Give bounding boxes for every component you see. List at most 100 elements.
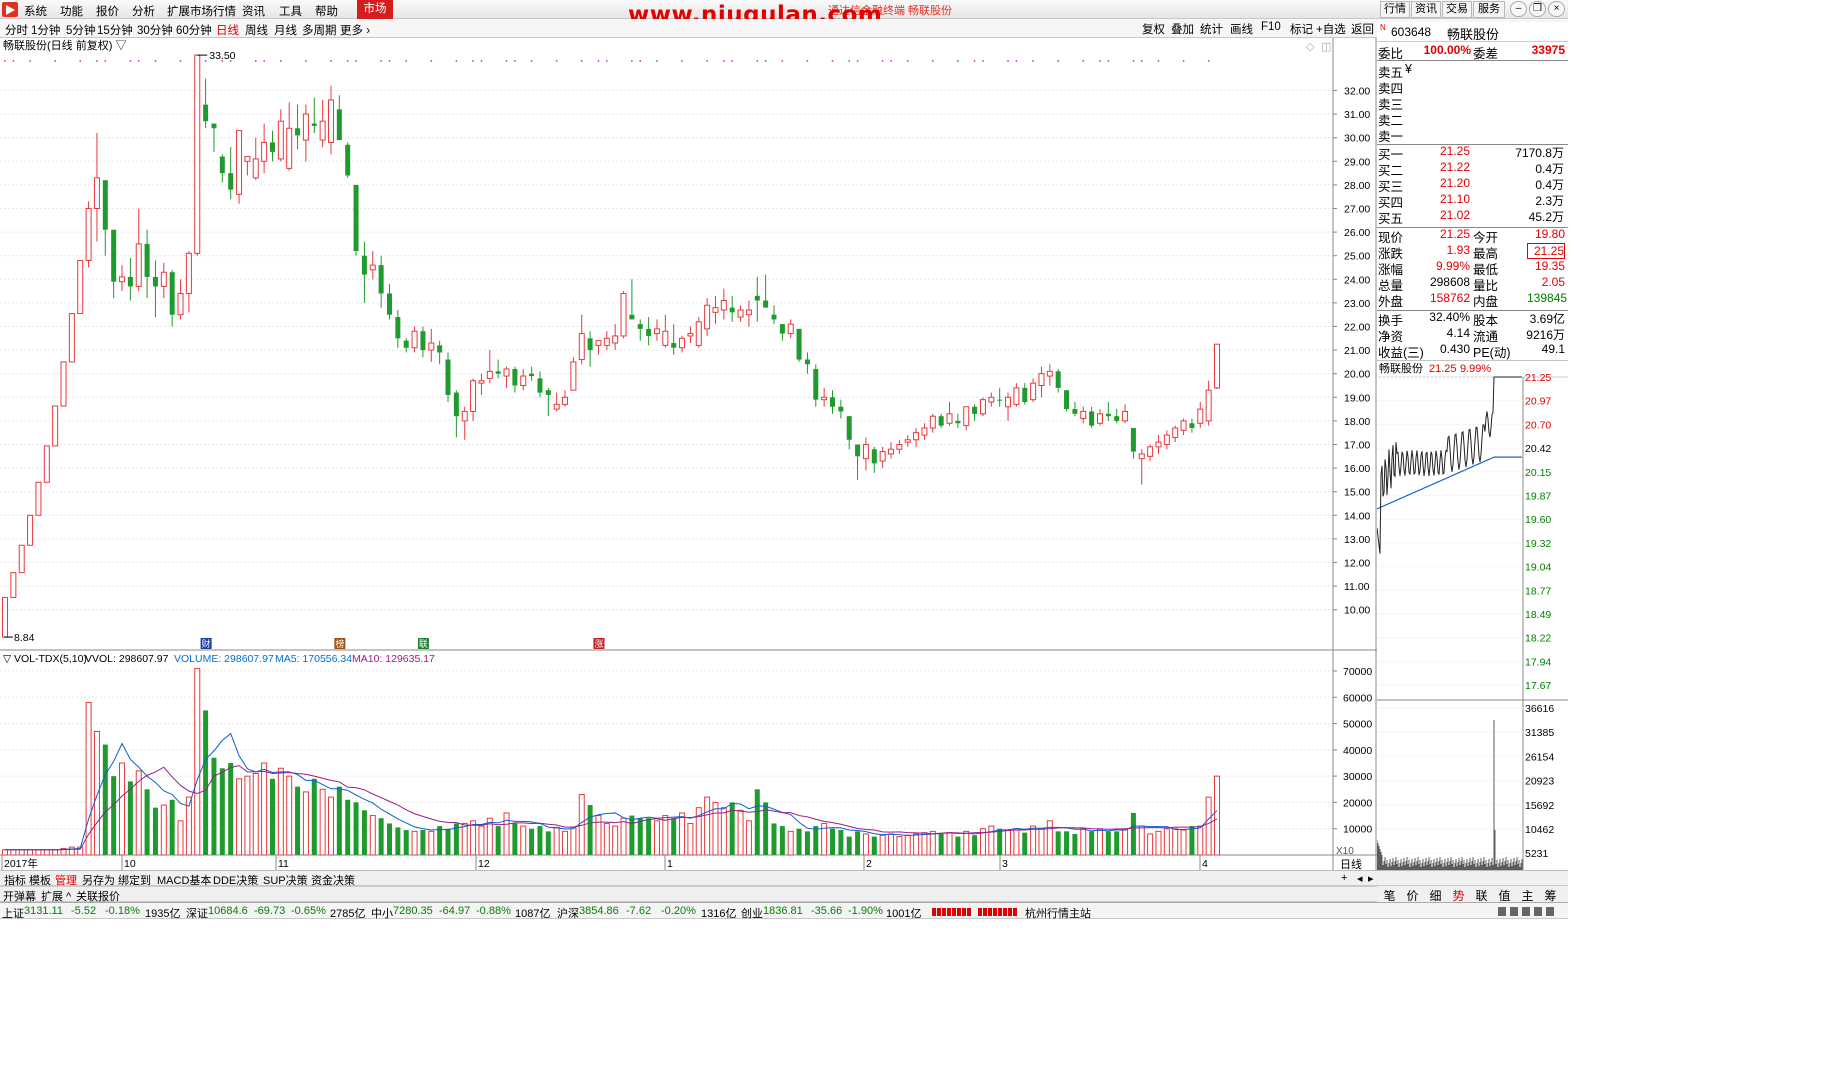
top-trade-button[interactable]: 交易	[1442, 1, 1472, 18]
volume-bar	[896, 836, 903, 856]
top-news-button[interactable]: 资讯	[1411, 1, 1441, 18]
volume-bar	[252, 773, 259, 856]
add-tab-button[interactable]: +	[1339, 872, 1349, 884]
period-5min[interactable]: 5分钟	[66, 22, 95, 38]
zx-index-label[interactable]: 中小	[371, 905, 393, 919]
menu-quote[interactable]: 报价	[96, 3, 119, 19]
signal-dot	[881, 60, 884, 62]
menu-analysis[interactable]: 分析	[132, 3, 155, 19]
volume-bar	[327, 796, 334, 856]
volume-bar	[2, 849, 8, 856]
period-60min[interactable]: 60分钟	[176, 22, 212, 38]
signal-dot	[1140, 60, 1143, 62]
signal-dot	[29, 60, 31, 62]
buy-price: 21.10	[1439, 192, 1470, 206]
scroll-left-icon[interactable]: ◂	[1355, 872, 1365, 885]
period-timeshare[interactable]: 分时	[5, 22, 28, 38]
menu-function[interactable]: 功能	[60, 3, 83, 19]
panel-toggle-icon[interactable]: ◫	[1321, 41, 1331, 53]
volume-bar	[1022, 832, 1028, 855]
sz-index-amount: 2785亿	[330, 908, 366, 919]
tool-mark[interactable]: 标记	[1290, 21, 1313, 37]
volume-bar	[662, 815, 669, 856]
vol-ma10: MA10: 129635.17	[352, 653, 435, 665]
hs-index-label[interactable]: 沪深	[557, 905, 579, 919]
period-daily[interactable]: 日线	[216, 22, 239, 38]
minimize-icon[interactable]: –	[1510, 1, 1527, 17]
signal-dot	[856, 60, 859, 62]
tool-stats[interactable]: 统计	[1200, 21, 1223, 37]
signal-dot	[455, 60, 458, 62]
menu-help[interactable]: 帮助	[315, 3, 338, 19]
tool-adjust[interactable]: 复权	[1142, 21, 1165, 37]
signal-dot	[781, 60, 784, 62]
period-multi[interactable]: 多周期	[302, 22, 337, 38]
period-monthly[interactable]: 月线	[274, 22, 297, 38]
sh-index-change: -5.52	[71, 905, 97, 917]
tool-back[interactable]: 返回	[1351, 21, 1374, 37]
stat-value: 19.80	[1534, 227, 1565, 241]
volume-bar	[963, 830, 970, 856]
signal-dot	[96, 60, 98, 62]
sh-index-label[interactable]: 上证	[2, 905, 24, 919]
x-axis-label: 2	[866, 858, 872, 870]
mini-volume-tick: 36616	[1525, 703, 1554, 715]
period-15min[interactable]: 15分钟	[97, 22, 133, 38]
signal-dot	[279, 60, 282, 62]
tool-overlay[interactable]: 叠加	[1171, 21, 1194, 37]
diamond-icon[interactable]: ◇	[1306, 41, 1315, 53]
stat-label: 外盘	[1378, 295, 1404, 309]
period-1min[interactable]: 1分钟	[31, 22, 60, 38]
kline-chart[interactable]: 畅联股份(日线 前复权) ▽ ◇ ◫ 32.00 31.00 30.00 29.00 2…	[0, 38, 1377, 870]
top-service-button[interactable]: 服务	[1473, 1, 1505, 18]
volume-bar	[745, 820, 752, 856]
volume-bar	[537, 826, 543, 855]
volume-bar	[754, 789, 760, 855]
stat-value: 3.69亿	[1529, 312, 1565, 326]
menu-system[interactable]: 系统	[24, 3, 47, 19]
close-icon[interactable]: ×	[1548, 1, 1565, 17]
menu-bar: 系统 功能 报价 分析 扩展市场行情 资讯 工具 帮助 市场 通达信金融终端 畅…	[0, 0, 1568, 28]
signal-dot	[388, 60, 391, 62]
volume-tick: 20000	[1343, 797, 1372, 809]
price-tick: 11.00	[1344, 581, 1370, 593]
candle	[60, 361, 67, 407]
server-station[interactable]: 杭州行情主站	[1025, 905, 1091, 919]
volume-bar	[813, 826, 819, 855]
signal-dot	[982, 60, 984, 62]
sz-index-label[interactable]: 深证	[186, 905, 208, 919]
price-tick: 21.00	[1344, 345, 1370, 357]
signal-dot	[129, 60, 132, 62]
sh-index-value: 3131.11	[24, 905, 63, 917]
tool-f10[interactable]: F10	[1261, 21, 1281, 33]
restore-icon[interactable]: ❐	[1529, 1, 1546, 17]
scroll-right-icon[interactable]: ▸	[1366, 872, 1376, 885]
period-more[interactable]: 更多 ›	[340, 22, 370, 38]
tool-draw[interactable]: 画线	[1230, 21, 1253, 37]
top-quote-button[interactable]: 行情	[1380, 1, 1410, 18]
menu-tools[interactable]: 工具	[279, 3, 302, 19]
volume-bar	[378, 818, 384, 855]
volume-bar	[10, 849, 17, 856]
market-button[interactable]: 市场	[357, 0, 393, 19]
intraday-mini-chart[interactable]: 畅联股份 21.25 9.99% 21.25 20.97 20.70 20.42 20.…	[1377, 360, 1568, 870]
menu-news[interactable]: 资讯	[242, 3, 265, 19]
cy-index-label[interactable]: 创业	[741, 905, 763, 919]
price-tick: 26.00	[1344, 227, 1370, 239]
stat-value: 19.35	[1534, 259, 1565, 273]
menu-ext-market[interactable]: 扩展市场行情	[167, 3, 236, 19]
candle	[27, 514, 34, 546]
volume-bar	[68, 846, 75, 856]
candle	[18, 544, 25, 574]
x-axis-label: 2017年	[4, 857, 38, 870]
signal-dot	[1057, 60, 1060, 62]
vol-indicator: ▽ VOL-TDX(5,10)	[3, 653, 87, 665]
period-weekly[interactable]: 周线	[245, 22, 268, 38]
mini-price-tick: 17.94	[1525, 656, 1551, 668]
signal-dot	[346, 60, 349, 62]
period-30min[interactable]: 30分钟	[137, 22, 173, 38]
tool-add-favorite[interactable]: +自选	[1316, 21, 1346, 37]
vol-volume: VOLUME: 298607.97	[174, 653, 274, 665]
signal-dot	[530, 60, 533, 62]
price-tick: 18.00	[1344, 416, 1370, 428]
